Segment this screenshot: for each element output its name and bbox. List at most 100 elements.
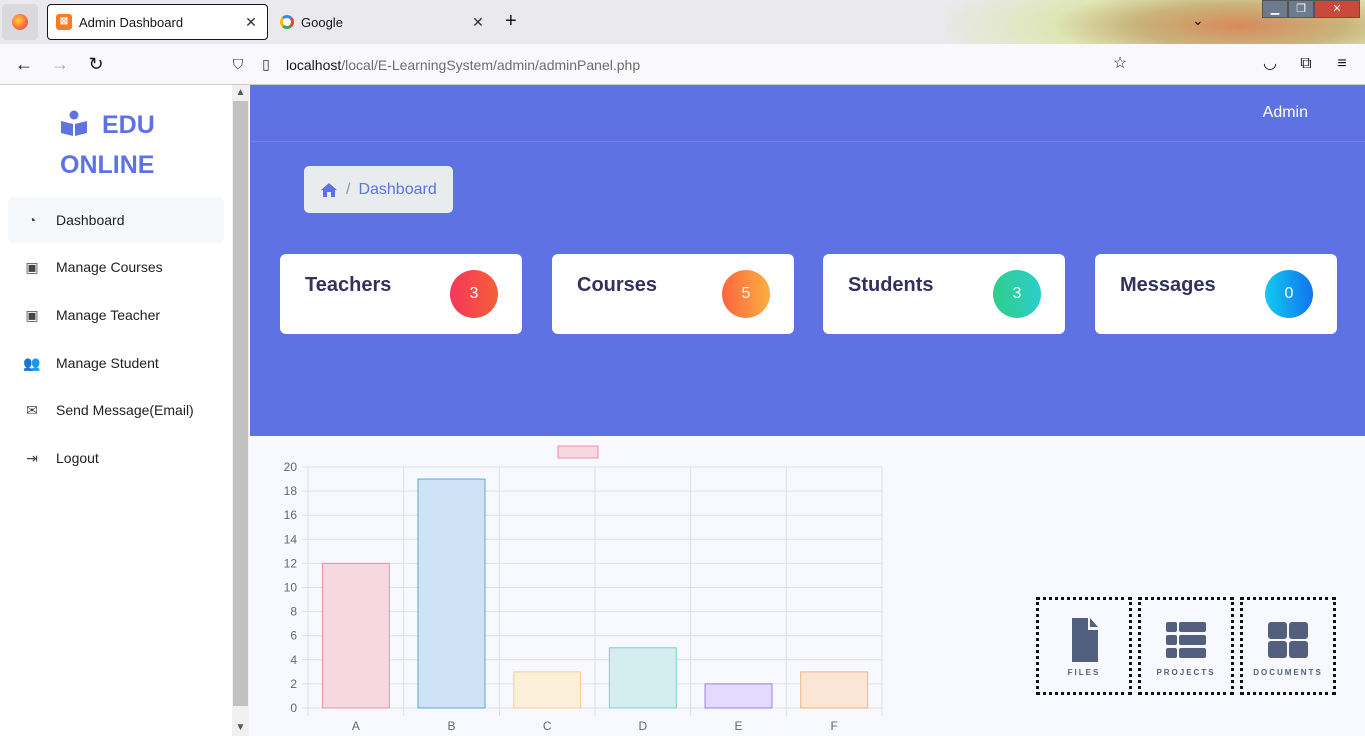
bar-chart: 0 2 4 6 8 10 12 14 16 18 20 A B C D E F bbox=[284, 445, 883, 733]
shield-icon[interactable]: ⛉ bbox=[230, 56, 246, 73]
bar bbox=[704, 683, 773, 709]
brand-line1: EDU bbox=[102, 111, 155, 139]
bar bbox=[800, 671, 869, 709]
firefox-logo-icon bbox=[12, 14, 28, 30]
tab-admin-dashboard[interactable]: ⊠ Admin Dashboard ✕ bbox=[47, 4, 268, 40]
url-path: /local/E-LearningSystem/admin/adminPanel… bbox=[341, 56, 641, 73]
extensions-icon[interactable]: ⧉ bbox=[1294, 52, 1318, 76]
sidebar-item-label: Send Message(Email) bbox=[56, 402, 194, 418]
gauge-icon: ◔ bbox=[27, 212, 37, 228]
brand-logo[interactable]: EDU ONLINE bbox=[60, 105, 180, 185]
reload-icon[interactable]: ↻ bbox=[84, 52, 108, 76]
y-tick-label: 2 bbox=[290, 677, 297, 691]
page-icon[interactable]: ▯ bbox=[258, 56, 274, 73]
sidebar-item-label: Dashboard bbox=[56, 212, 125, 228]
user-card-icon: ▣ bbox=[25, 306, 39, 323]
breadcrumb-current[interactable]: Dashboard bbox=[358, 181, 436, 199]
y-tick-label: 18 bbox=[284, 484, 298, 498]
logout-icon: ⇥ bbox=[26, 449, 38, 466]
user-menu[interactable]: Admin bbox=[1263, 104, 1308, 122]
x-tick-label: F bbox=[830, 719, 837, 733]
main-header: Admin / Dashboard Teachers 3 Courses 5 S… bbox=[250, 85, 1365, 436]
close-tab-icon[interactable]: ✕ bbox=[241, 14, 261, 31]
brand-line2: ONLINE bbox=[60, 151, 155, 179]
tile-documents[interactable]: DOCUMENTS bbox=[1240, 597, 1336, 695]
content-area: 0 2 4 6 8 10 12 14 16 18 20 A B C D E F FILES PROJECTS D… bbox=[250, 436, 1365, 736]
home-icon[interactable] bbox=[320, 182, 338, 198]
stat-card-students: Students 3 bbox=[823, 254, 1065, 334]
sidebar-item-dashboard[interactable]: ◔ Dashboard bbox=[8, 197, 224, 243]
x-tick-label: A bbox=[352, 719, 360, 733]
stat-card-teachers: Teachers 3 bbox=[280, 254, 522, 334]
sidebar-item-manage-teacher[interactable]: ▣ Manage Teacher bbox=[8, 292, 224, 338]
tab-title: Google bbox=[301, 14, 343, 30]
tile-label: DOCUMENTS bbox=[1253, 668, 1323, 677]
y-tick-label: 6 bbox=[290, 629, 297, 643]
id-card-icon: ▣ bbox=[25, 258, 39, 275]
x-tick-label: D bbox=[638, 719, 647, 733]
y-tick-label: 14 bbox=[284, 532, 298, 546]
tile-label: FILES bbox=[1067, 668, 1101, 677]
y-tick-label: 0 bbox=[290, 701, 297, 715]
y-tick-label: 20 bbox=[284, 460, 298, 474]
stat-title: Teachers bbox=[305, 274, 392, 296]
google-favicon-icon bbox=[280, 15, 294, 29]
stat-title: Courses bbox=[577, 274, 658, 296]
y-tick-label: 10 bbox=[284, 581, 298, 595]
xampp-favicon-icon: ⊠ bbox=[56, 14, 72, 30]
tile-files[interactable]: FILES bbox=[1036, 597, 1132, 695]
y-tick-label: 4 bbox=[290, 653, 297, 667]
list-icon bbox=[1166, 622, 1206, 658]
scroll-up-icon[interactable]: ▲ bbox=[232, 85, 249, 101]
scroll-thumb[interactable] bbox=[233, 101, 248, 706]
scroll-down-icon[interactable]: ▼ bbox=[232, 720, 249, 736]
stat-title: Messages bbox=[1120, 274, 1216, 296]
stat-title: Students bbox=[848, 274, 934, 296]
tile-label: PROJECTS bbox=[1156, 668, 1216, 677]
app-menu-icon[interactable]: ≡ bbox=[1330, 52, 1354, 76]
reader-icon bbox=[61, 110, 87, 136]
tile-projects[interactable]: PROJECTS bbox=[1138, 597, 1234, 695]
forward-icon[interactable]: → bbox=[48, 52, 72, 76]
address-bar[interactable]: ⛉ ▯ localhost/local/E-LearningSystem/adm… bbox=[230, 48, 1365, 81]
legend-swatch bbox=[557, 445, 599, 459]
y-tick-label: 8 bbox=[290, 605, 297, 619]
users-icon: 👥 bbox=[23, 354, 41, 371]
stat-card-courses: Courses 5 bbox=[552, 254, 794, 334]
new-tab-icon[interactable]: + bbox=[505, 10, 517, 33]
sidebar-scrollbar[interactable]: ▲ ▼ bbox=[232, 85, 249, 736]
sidebar-item-manage-courses[interactable]: ▣ Manage Courses bbox=[8, 244, 224, 290]
browser-tab-bar: ⊠ Admin Dashboard ✕ Google ✕ + ⌄ ▁ ❐ ✕ bbox=[0, 0, 1365, 44]
bookmark-star-icon[interactable]: ☆ bbox=[1108, 52, 1132, 76]
stat-count-badge: 5 bbox=[722, 270, 770, 318]
tab-title: Admin Dashboard bbox=[79, 14, 184, 30]
minimize-icon[interactable]: ▁ bbox=[1262, 0, 1288, 18]
header-divider bbox=[250, 141, 1365, 142]
browser-nav-bar: ← → ↻ ⛉ ▯ localhost/local/E-LearningSyst… bbox=[0, 44, 1365, 85]
sidebar-item-manage-student[interactable]: 👥 Manage Student bbox=[8, 340, 224, 386]
x-tick-label: B bbox=[447, 719, 455, 733]
sidebar-item-logout[interactable]: ⇥ Logout bbox=[8, 435, 224, 481]
sidebar: EDU ONLINE ◔ Dashboard ▣ Manage Courses … bbox=[0, 85, 232, 736]
y-tick-label: 16 bbox=[284, 508, 298, 522]
back-icon[interactable]: ← bbox=[12, 52, 36, 76]
sidebar-item-send-message[interactable]: ✉ Send Message(Email) bbox=[8, 387, 224, 433]
close-tab-icon[interactable]: ✕ bbox=[468, 14, 488, 31]
sidebar-item-label: Manage Student bbox=[56, 355, 159, 371]
restore-icon[interactable]: ❐ bbox=[1288, 0, 1314, 18]
stat-count-badge: 3 bbox=[450, 270, 498, 318]
bar bbox=[321, 562, 390, 709]
stat-count-badge: 0 bbox=[1265, 270, 1313, 318]
list-tabs-icon[interactable]: ⌄ bbox=[1192, 12, 1204, 29]
firefox-menu-button[interactable] bbox=[2, 4, 38, 40]
x-tick-label: E bbox=[734, 719, 742, 733]
breadcrumb: / Dashboard bbox=[304, 166, 453, 213]
file-icon bbox=[1072, 618, 1098, 662]
window-close-icon[interactable]: ✕ bbox=[1314, 0, 1360, 18]
pocket-icon[interactable]: ◡ bbox=[1258, 52, 1282, 76]
tab-google[interactable]: Google ✕ bbox=[272, 4, 494, 40]
url-host: localhost bbox=[286, 56, 342, 73]
mail-icon: ✉ bbox=[26, 401, 38, 418]
stat-count-badge: 3 bbox=[993, 270, 1041, 318]
y-tick-label: 12 bbox=[284, 556, 298, 570]
